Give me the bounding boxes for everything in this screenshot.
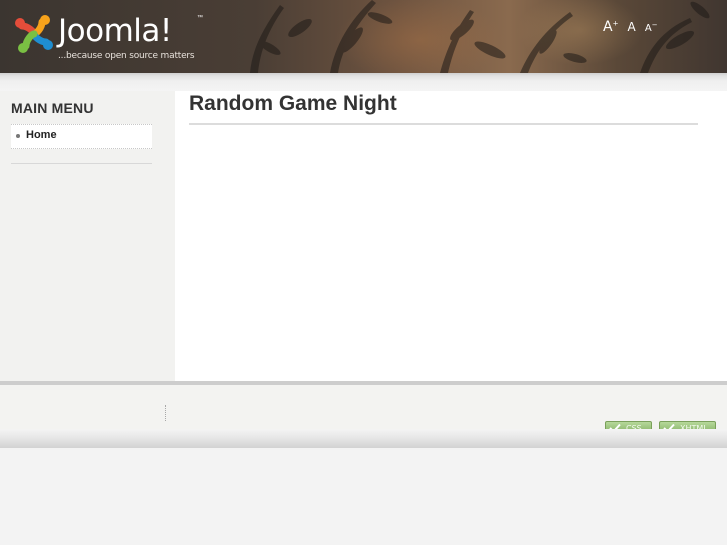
font-reset-button[interactable]: A [628, 20, 636, 34]
main-content: Random Game Night [175, 91, 727, 381]
header-shadow-band [0, 73, 727, 91]
font-bigger-plus: + [612, 19, 619, 28]
main-menu-heading: MAIN MENU [11, 100, 94, 116]
main-menu-list: Home [11, 124, 152, 149]
menu-item-home[interactable]: Home [26, 129, 57, 141]
title-divider [189, 123, 698, 125]
site-footer: CSS XHTML [0, 385, 727, 434]
menu-bullet-icon [16, 134, 20, 138]
left-sidebar: MAIN MENU Home [0, 91, 175, 381]
logo-wordmark: Joomla! [58, 13, 172, 49]
font-bigger-button[interactable]: A+ [603, 19, 618, 35]
page-title: Random Game Night [189, 92, 397, 115]
footer-separator [165, 405, 166, 421]
joomla-logo[interactable]: Joomla! ™ ...because open source matters [14, 12, 209, 64]
logo-trademark: ™ [197, 15, 203, 21]
logo-tagline: ...because open source matters [58, 51, 195, 61]
font-smaller-button[interactable]: A− [645, 21, 658, 34]
font-bigger-label: A [603, 19, 613, 35]
footer-shadow-band [0, 429, 727, 448]
sidebar-divider [11, 163, 152, 164]
joomla-logo-icon [15, 15, 53, 53]
font-smaller-label: A [644, 23, 652, 34]
font-size-controls: A+ A A− [603, 16, 662, 35]
site-header: Joomla! ™ ...because open source matters… [0, 0, 727, 73]
font-smaller-minus: − [651, 20, 658, 29]
